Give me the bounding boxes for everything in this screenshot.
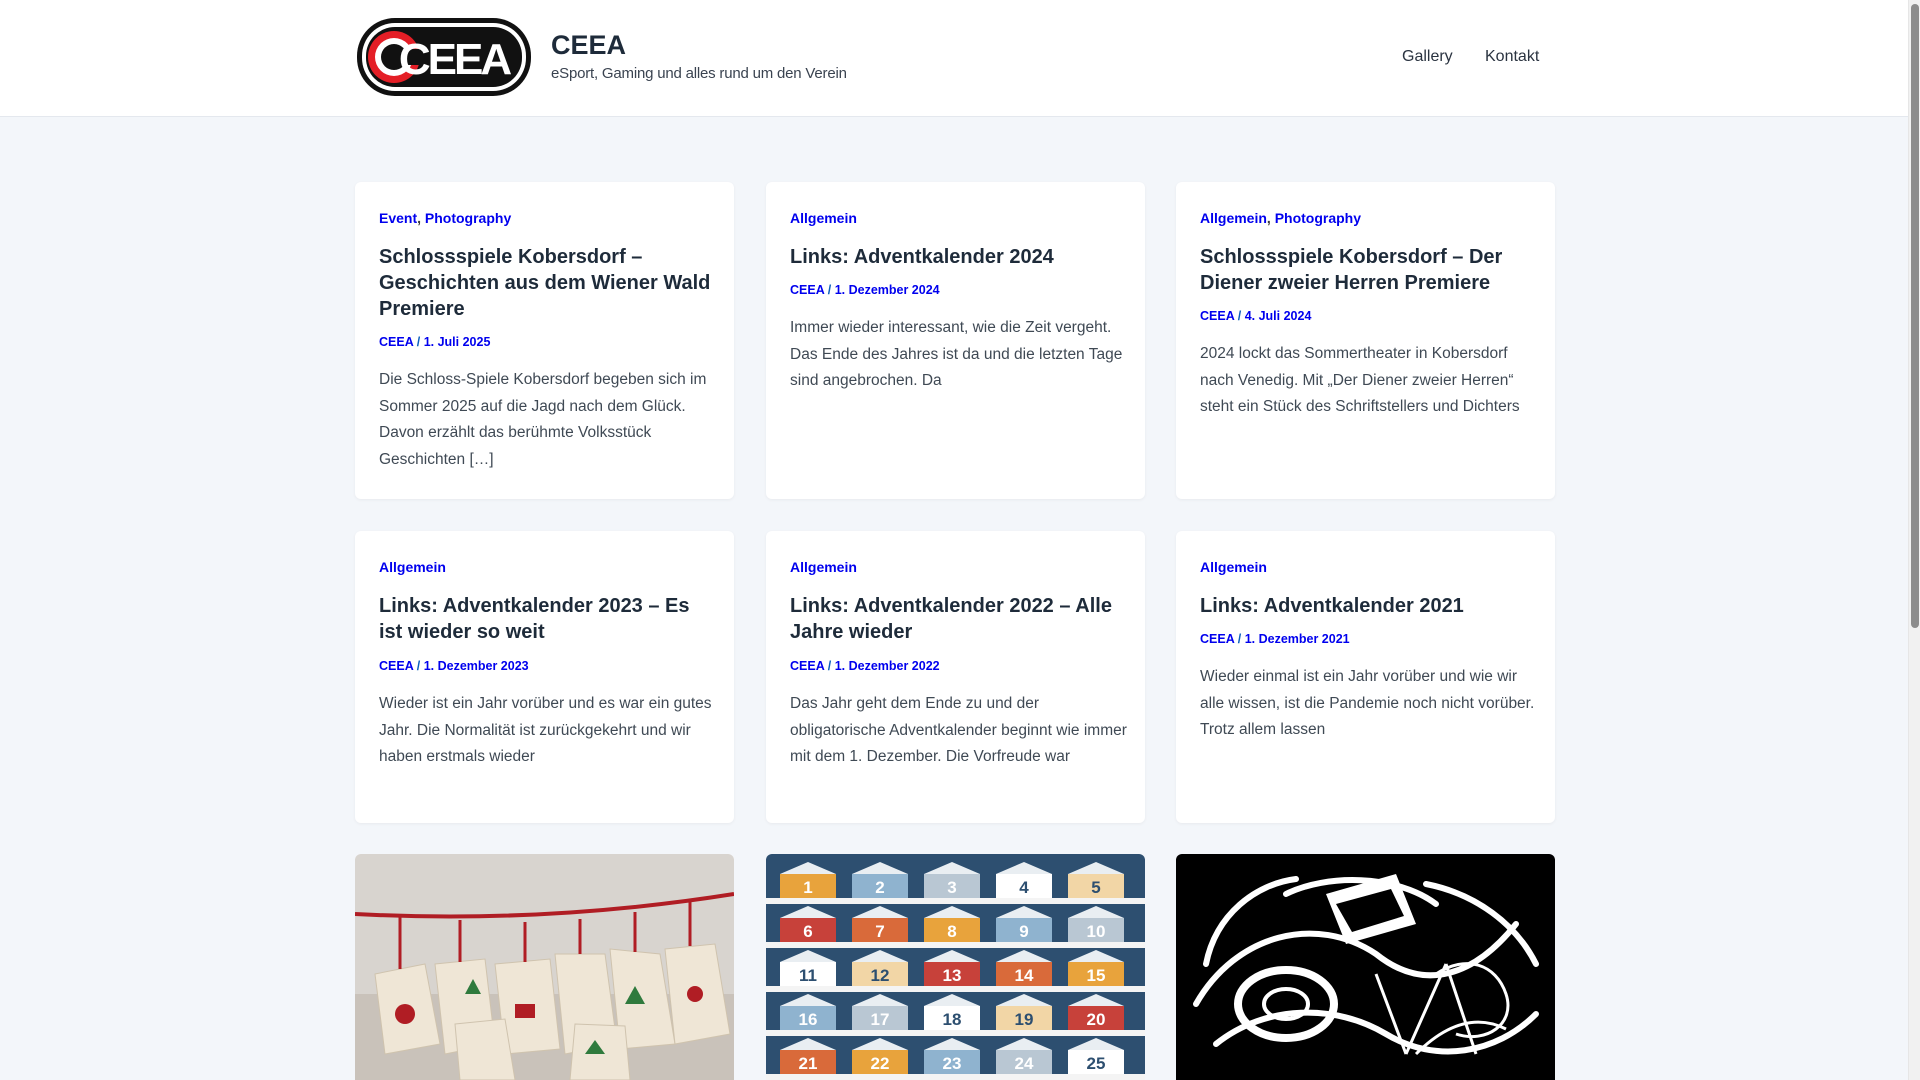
calendar-number: 6: [803, 922, 812, 941]
post-thumbnail-monogram[interactable]: [1176, 854, 1555, 1080]
calendar-number: 16: [799, 1010, 818, 1029]
category-link[interactable]: Allgemein: [1200, 559, 1267, 575]
calendar-number: 21: [799, 1054, 818, 1073]
post-categories: Event, Photography: [379, 210, 512, 226]
calendar-number: 24: [1015, 1054, 1034, 1073]
post-title[interactable]: Links: Adventkalender 2023 – Es ist wied…: [379, 593, 714, 645]
calendar-shelf: [766, 898, 1145, 904]
category-link[interactable]: Allgemein: [379, 559, 446, 575]
nav-item-gallery[interactable]: Gallery: [1402, 48, 1453, 66]
site-logo[interactable]: CEEA: [356, 16, 532, 98]
post-excerpt: 2024 lockt das Sommertheater in Kobersdo…: [1200, 345, 1520, 415]
post-author[interactable]: CEEA: [1200, 309, 1234, 323]
calendar-shelf: [766, 1074, 1145, 1080]
post-date[interactable]: 1. Dezember 2024: [835, 283, 940, 297]
post-thumbnail-advent-houses[interactable]: 1 2 3 4 5 6 7 8 9 10 11 12 13 14 15 16 17 18 19 20 21 22 23 24 2…: [766, 854, 1145, 1080]
category-link[interactable]: Allgemein: [790, 559, 857, 575]
post-card: Allgemein Links: Adventkalender 2024 CEE…: [766, 182, 1145, 499]
calendar-number: 2: [875, 878, 884, 897]
post-card: Allgemein, Photography Schlossspiele Kob…: [1176, 182, 1555, 499]
post-meta: CEEA / 1. Dezember 2021: [1200, 632, 1350, 646]
site-tagline: eSport, Gaming und alles rund um den Ver…: [551, 65, 847, 82]
post-date[interactable]: 4. Juli 2024: [1245, 309, 1312, 323]
page-scrollbar[interactable]: [1908, 0, 1920, 1080]
calendar-number: 25: [1087, 1054, 1106, 1073]
post-title[interactable]: Schlossspiele Kobersdorf – Der Diener zw…: [1200, 244, 1535, 296]
post-excerpt: Das Jahr geht dem Ende zu und der obliga…: [790, 695, 1127, 765]
calendar-number: 3: [947, 878, 956, 897]
post-card: Allgemein Links: Adventkalender 2022 – A…: [766, 531, 1145, 823]
post-meta: CEEA / 4. Juli 2024: [1200, 309, 1312, 323]
calendar-number: 19: [1015, 1010, 1034, 1029]
post-title[interactable]: Links: Adventkalender 2022 – Alle Jahre …: [790, 593, 1125, 645]
post-author[interactable]: CEEA: [379, 335, 413, 349]
post-card: Event, Photography Schlossspiele Kobersd…: [355, 182, 734, 499]
post-categories: Allgemein, Photography: [1200, 210, 1362, 226]
post-meta: CEEA / 1. Dezember 2023: [379, 659, 529, 673]
ceea-logo-icon: CEEA: [357, 18, 531, 96]
monogram-image: [1176, 854, 1555, 1080]
category-link[interactable]: Allgemein: [1200, 210, 1267, 226]
calendar-number: 1: [803, 878, 812, 897]
post-excerpt: Die Schloss-Spiele Kobersdorf begeben si…: [379, 371, 707, 468]
post-excerpt: Wieder einmal ist ein Jahr vorüber und w…: [1200, 668, 1535, 738]
calendar-shelf: [766, 1030, 1145, 1036]
category-link[interactable]: Photography: [425, 210, 511, 226]
category-link[interactable]: Photography: [1275, 210, 1361, 226]
calendar-shelf: [766, 986, 1145, 992]
site-header: CEEA CEEA eSport, Gaming und alles rund …: [0, 0, 1908, 117]
post-date[interactable]: 1. Juli 2025: [424, 335, 491, 349]
calendar-number: 5: [1091, 878, 1100, 897]
calendar-number: 13: [943, 966, 962, 985]
advent-houses-image: 1 2 3 4 56 7 8 9 1011 12 13 14 1516 17 18 19 2021 22 23 24 2…: [766, 854, 1145, 1080]
calendar-number: 18: [943, 1010, 962, 1029]
post-date[interactable]: 1. Dezember 2022: [835, 659, 940, 673]
post-excerpt: Wieder ist ein Jahr vorüber und es war e…: [379, 695, 712, 765]
calendar-number: 14: [1015, 966, 1034, 985]
calendar-number: 22: [871, 1054, 890, 1073]
post-categories: Allgemein: [379, 559, 446, 575]
calendar-number: 10: [1087, 922, 1106, 941]
post-author[interactable]: CEEA: [379, 659, 413, 673]
post-categories: Allgemein: [790, 559, 857, 575]
calendar-number: 11: [799, 966, 817, 985]
calendar-number: 23: [943, 1054, 962, 1073]
post-author[interactable]: CEEA: [790, 283, 824, 297]
post-title[interactable]: Links: Adventkalender 2021: [1200, 593, 1535, 619]
calendar-number: 20: [1087, 1010, 1106, 1029]
calendar-number: 4: [1019, 878, 1029, 897]
post-author[interactable]: CEEA: [1200, 632, 1234, 646]
category-link[interactable]: Event: [379, 210, 417, 226]
post-card: Allgemein Links: Adventkalender 2021 CEE…: [1176, 531, 1555, 823]
calendar-number: 15: [1087, 966, 1106, 985]
site-title[interactable]: CEEA: [551, 30, 626, 61]
category-link[interactable]: Allgemein: [790, 210, 857, 226]
advent-bags-image: [355, 854, 734, 1080]
calendar-number: 9: [1019, 922, 1028, 941]
post-date[interactable]: 1. Dezember 2021: [1245, 632, 1350, 646]
post-meta: CEEA / 1. Dezember 2022: [790, 659, 940, 673]
post-thumbnail-advent-bags[interactable]: [355, 854, 734, 1080]
post-categories: Allgemein: [1200, 559, 1267, 575]
post-date[interactable]: 1. Dezember 2023: [424, 659, 529, 673]
post-author[interactable]: CEEA: [790, 659, 824, 673]
post-categories: Allgemein: [790, 210, 857, 226]
calendar-number: 7: [875, 922, 884, 941]
calendar-number: 8: [947, 922, 956, 941]
post-meta: CEEA / 1. Juli 2025: [379, 335, 491, 349]
nav-item-kontakt[interactable]: Kontakt: [1485, 48, 1539, 66]
calendar-shelf: [766, 942, 1145, 948]
scrollbar-thumb[interactable]: [1911, 4, 1919, 628]
svg-text:CEEA: CEEA: [399, 35, 511, 84]
calendar-number: 12: [871, 966, 890, 985]
post-excerpt: Immer wieder interessant, wie die Zeit v…: [790, 319, 1123, 389]
post-card: Allgemein Links: Adventkalender 2023 – E…: [355, 531, 734, 823]
post-title[interactable]: Schlossspiele Kobersdorf – Geschichten a…: [379, 244, 714, 322]
calendar-number: 17: [871, 1010, 890, 1029]
post-title[interactable]: Links: Adventkalender 2024: [790, 244, 1125, 270]
post-meta: CEEA / 1. Dezember 2024: [790, 283, 940, 297]
